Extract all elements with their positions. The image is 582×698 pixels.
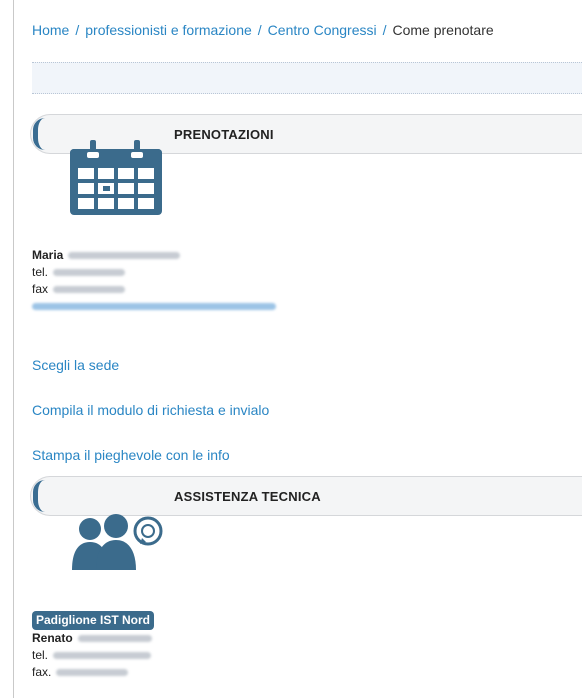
contact-name: Maria xyxy=(32,248,64,262)
redacted-fax xyxy=(53,286,126,294)
breadcrumb-separator: / xyxy=(257,22,262,38)
fax-label: fax xyxy=(32,282,49,296)
breadcrumb-professionisti[interactable]: professionisti e formazione xyxy=(85,22,252,38)
calendar-icon xyxy=(68,138,166,223)
tel-label: tel. xyxy=(32,648,49,662)
link-scegli-sede[interactable]: Scegli la sede xyxy=(32,357,119,373)
breadcrumb-current: Come prenotare xyxy=(392,22,494,38)
content-frame xyxy=(13,0,582,698)
contact-assistenza: Padiglione IST Nord Renato tel. fax. xyxy=(32,611,155,681)
tel-label: tel. xyxy=(32,265,49,279)
breadcrumb: Home / professionisti e formazione / Centro … xyxy=(32,22,494,38)
header-bracket xyxy=(33,118,45,150)
toolbar-strip xyxy=(32,62,582,94)
section-title: PRENOTAZIONI xyxy=(174,127,274,142)
section-header-assistenza: ASSISTENZA TECNICA xyxy=(30,476,582,516)
redacted-phone xyxy=(53,269,126,277)
breadcrumb-home[interactable]: Home xyxy=(32,22,69,38)
header-bracket xyxy=(33,480,45,512)
contact-name: Renato xyxy=(32,631,73,645)
breadcrumb-separator: / xyxy=(75,22,80,38)
breadcrumb-separator: / xyxy=(382,22,387,38)
redacted-email-link[interactable] xyxy=(32,303,276,311)
redacted-phone xyxy=(53,652,152,660)
contact-prenotazioni: Maria tel. fax xyxy=(32,247,276,315)
support-team-icon xyxy=(70,514,170,577)
fax-label: fax. xyxy=(32,665,52,679)
location-badge: Padiglione IST Nord xyxy=(32,611,155,630)
breadcrumb-centro-congressi[interactable]: Centro Congressi xyxy=(268,22,377,38)
section-title: ASSISTENZA TECNICA xyxy=(174,489,321,504)
redacted-fax xyxy=(56,669,129,677)
redacted-surname xyxy=(77,635,152,643)
redacted-surname xyxy=(68,252,181,260)
link-compila-modulo[interactable]: Compila il modulo di richiesta e invialo xyxy=(32,402,269,418)
link-stampa-pieghevole[interactable]: Stampa il pieghevole con le info xyxy=(32,447,230,463)
